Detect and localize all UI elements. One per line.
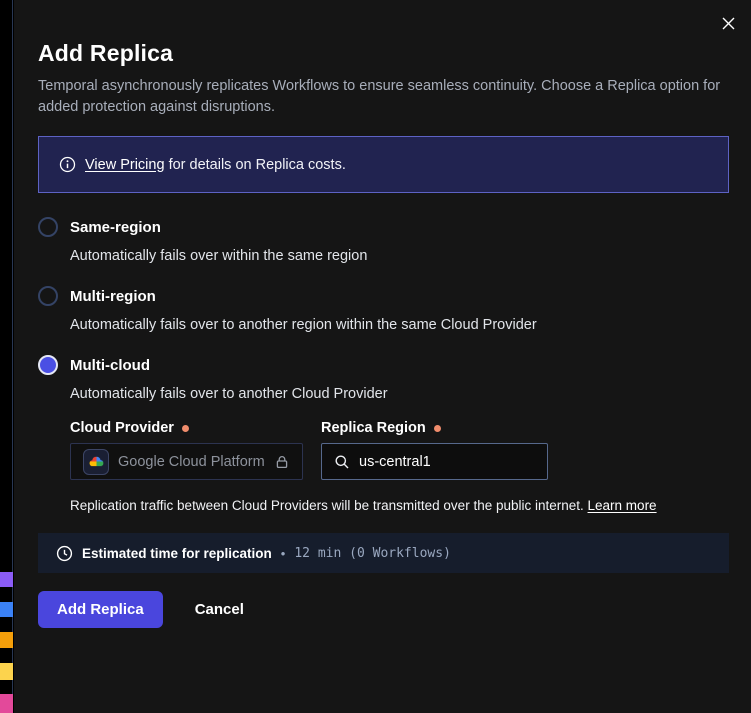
pricing-banner-suffix: for details on Replica costs.: [169, 157, 346, 173]
backdrop-strip: [0, 0, 13, 713]
radio-selected-icon[interactable]: [38, 355, 58, 375]
radio-unselected-icon[interactable]: [38, 217, 58, 237]
cancel-button[interactable]: Cancel: [195, 601, 244, 618]
option-label: Multi-cloud: [70, 357, 150, 374]
view-pricing-link[interactable]: View Pricing: [85, 157, 165, 173]
option-same-region-head[interactable]: Same-region: [38, 217, 729, 237]
estimate-label: Estimated time for replication: [82, 546, 272, 561]
cloud-provider-label: Cloud Provider: [70, 420, 174, 436]
radio-unselected-icon[interactable]: [38, 286, 58, 306]
option-same-region: Same-region Automatically fails over wit…: [38, 217, 729, 266]
replica-options: Same-region Automatically fails over wit…: [38, 217, 729, 513]
option-label: Multi-region: [70, 288, 156, 305]
estimate-value: 12 min (0 Workflows): [294, 546, 451, 561]
clock-icon: [56, 545, 73, 562]
multi-cloud-fields: Cloud Provider: [70, 420, 729, 480]
estimate-banner: Estimated time for replication • 12 min …: [38, 533, 729, 573]
option-label: Same-region: [70, 219, 161, 236]
cloud-provider-label-row: Cloud Provider: [70, 420, 303, 436]
modal-description: Temporal asynchronously replicates Workf…: [38, 76, 728, 118]
modal-title: Add Replica: [38, 40, 729, 67]
option-description: Automatically fails over within the same…: [70, 246, 729, 266]
estimate-bullet: •: [281, 546, 286, 561]
add-replica-button[interactable]: Add Replica: [38, 591, 163, 628]
add-replica-modal: Add Replica Temporal asynchronously repl…: [14, 0, 751, 713]
option-multi-region-head[interactable]: Multi-region: [38, 286, 729, 306]
pricing-banner-text: View Pricing for details on Replica cost…: [85, 157, 346, 173]
cloud-provider-value: Google Cloud Platform: [118, 454, 265, 470]
replica-region-input[interactable]: [359, 454, 535, 470]
screen: Add Replica Temporal asynchronously repl…: [0, 0, 751, 713]
option-description: Automatically fails over to another Clou…: [70, 384, 729, 404]
replica-region-combobox[interactable]: [321, 443, 548, 480]
backdrop-color-block: [0, 632, 13, 648]
replica-region-label-row: Replica Region: [321, 420, 548, 436]
google-cloud-platform-icon: [83, 449, 109, 475]
option-multi-cloud: Multi-cloud Automatically fails over to …: [38, 355, 729, 513]
cloud-provider-select: Google Cloud Platform: [70, 443, 303, 480]
replica-region-label: Replica Region: [321, 420, 426, 436]
lock-icon: [274, 454, 290, 470]
search-icon: [334, 454, 350, 470]
required-dot-icon: [434, 425, 441, 432]
footnote-text: Replication traffic between Cloud Provid…: [70, 498, 584, 513]
modal-actions: Add Replica Cancel: [38, 591, 729, 628]
backdrop-color-block: [0, 694, 13, 713]
replica-region-field: Replica Region: [321, 420, 548, 480]
option-multi-region: Multi-region Automatically fails over to…: [38, 286, 729, 335]
learn-more-link[interactable]: Learn more: [588, 498, 657, 513]
backdrop-color-block: [0, 663, 13, 680]
public-internet-footnote: Replication traffic between Cloud Provid…: [70, 498, 729, 513]
info-icon: [59, 156, 76, 173]
backdrop-color-block: [0, 602, 13, 617]
backdrop-color-block: [0, 572, 13, 587]
cloud-provider-field: Cloud Provider: [70, 420, 303, 480]
option-description: Automatically fails over to another regi…: [70, 315, 729, 335]
pricing-info-banner: View Pricing for details on Replica cost…: [38, 136, 729, 193]
required-dot-icon: [182, 425, 189, 432]
option-multi-cloud-head[interactable]: Multi-cloud: [38, 355, 729, 375]
